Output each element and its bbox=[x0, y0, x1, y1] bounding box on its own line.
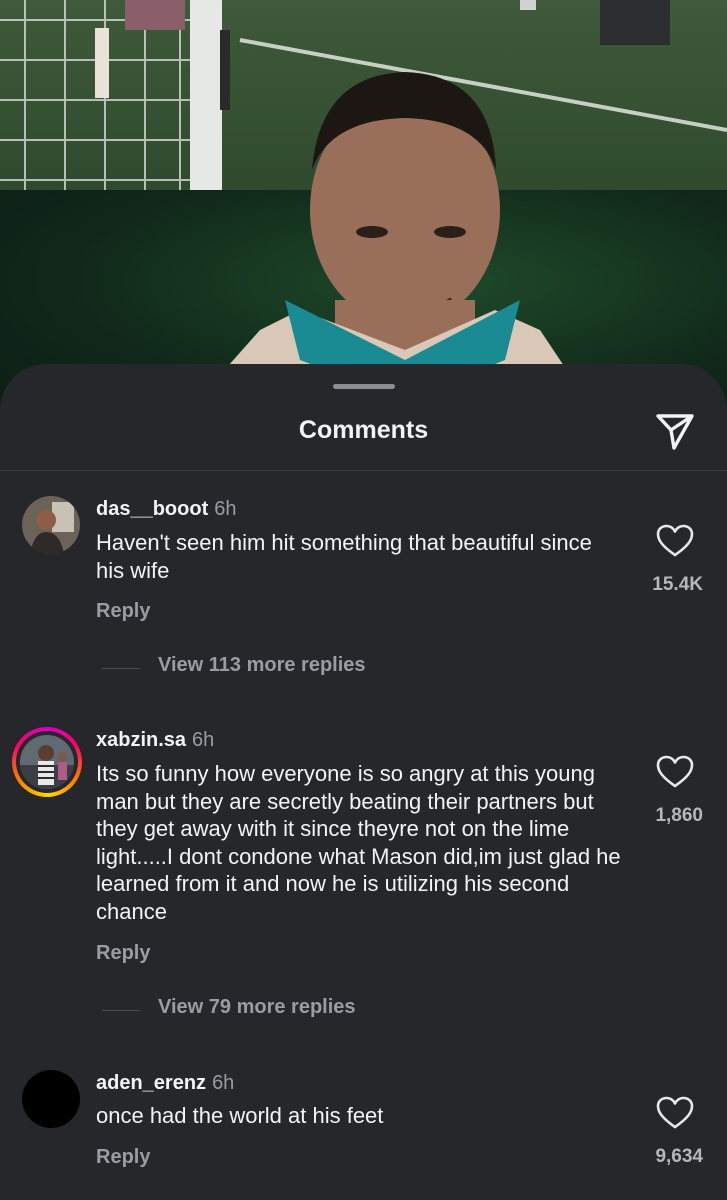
replies-line bbox=[102, 1010, 140, 1011]
avatar-photo bbox=[22, 496, 80, 554]
replies-line bbox=[102, 668, 140, 669]
paper-plane-icon bbox=[656, 414, 694, 450]
heart-outline-icon bbox=[656, 1096, 694, 1129]
share-button[interactable] bbox=[652, 408, 698, 454]
avatar-photo bbox=[20, 735, 74, 789]
heart-outline-icon bbox=[656, 755, 694, 788]
like-button[interactable] bbox=[652, 520, 698, 562]
comment-meta: xabzin.sa 6h bbox=[96, 729, 214, 752]
view-more-replies-label: View 79 more replies bbox=[158, 996, 356, 1018]
header-divider bbox=[0, 470, 727, 471]
avatar[interactable] bbox=[22, 1070, 80, 1128]
comment-time: 6h bbox=[214, 498, 237, 520]
photo-illustration bbox=[0, 0, 727, 420]
comment-meta: das__booot 6h bbox=[96, 498, 237, 521]
comment-text: once had the world at his feet bbox=[96, 1103, 384, 1128]
reply-button[interactable]: Reply bbox=[96, 600, 150, 623]
comments-screen: Comments das__booot 6h Haven't seen him h… bbox=[0, 0, 727, 1200]
comment-username[interactable]: das__booot bbox=[96, 498, 208, 520]
comment-meta: aden_erenz 6h bbox=[96, 1072, 234, 1095]
reply-button[interactable]: Reply bbox=[96, 942, 150, 965]
sheet-grabber[interactable] bbox=[333, 384, 395, 389]
avatar[interactable] bbox=[22, 496, 80, 554]
comment-text: Haven't seen him hit something that beau… bbox=[96, 530, 592, 583]
comment-time: 6h bbox=[212, 1072, 235, 1094]
heart-outline-icon bbox=[656, 524, 694, 557]
like-count: 1,860 bbox=[655, 805, 703, 826]
reply-button[interactable]: Reply bbox=[96, 1146, 150, 1169]
post-photo bbox=[0, 0, 727, 420]
like-button[interactable] bbox=[652, 751, 698, 793]
view-more-replies-label: View 113 more replies bbox=[158, 654, 366, 676]
sheet-title: Comments bbox=[298, 416, 429, 444]
comment-time: 6h bbox=[192, 729, 215, 751]
like-count: 15.4K bbox=[652, 574, 703, 595]
like-button[interactable] bbox=[652, 1092, 698, 1134]
avatar bbox=[20, 735, 74, 789]
like-count: 9,634 bbox=[655, 1146, 703, 1167]
comment-username[interactable]: aden_erenz bbox=[96, 1072, 206, 1094]
story-ring[interactable] bbox=[12, 727, 82, 797]
comment-username[interactable]: xabzin.sa bbox=[96, 729, 186, 751]
comment-text: Its so funny how everyone is so angry at… bbox=[96, 761, 621, 924]
